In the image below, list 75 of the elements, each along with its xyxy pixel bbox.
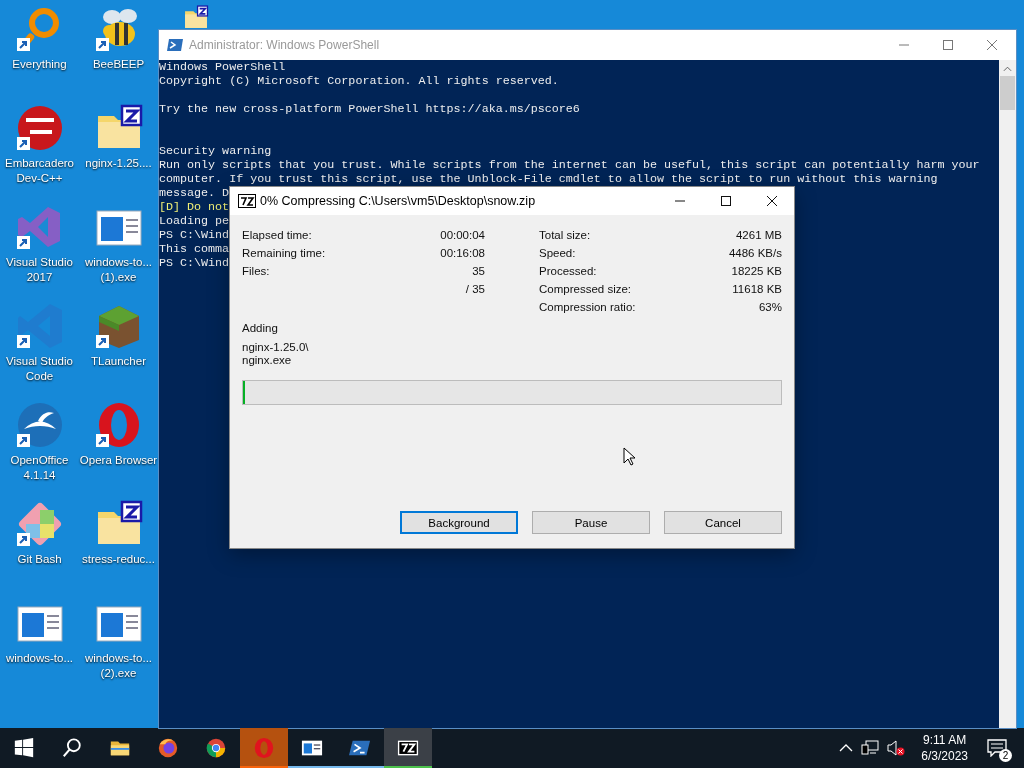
scroll-thumb[interactable] (1000, 76, 1015, 110)
desktop-icon-label: OpenOffice 4.1.14 (9, 453, 70, 483)
console-line: Security warning (159, 144, 272, 158)
stat-label: Total size: (539, 229, 592, 241)
desktop-icon-label: Visual Studio Code (5, 354, 74, 384)
console-line: Run only scripts that you trust. While scripts from the internet can be useful, this script can potentially harm your (159, 158, 980, 172)
stat-value: 00:16:08 (440, 247, 485, 259)
desktop-icon-label: BeeBEEP (91, 57, 146, 72)
stat-label: Processed: (539, 265, 598, 277)
console-line: PS C:\Wind (159, 256, 230, 270)
desktop-icon-label: Git Bash (16, 552, 63, 567)
search-icon (61, 737, 83, 759)
desktop-icon-label: Visual Studio 2017 (5, 255, 74, 285)
stat-value: 18225 KB (730, 265, 782, 277)
desktop-icon-label: nginx-1.25.... (84, 156, 153, 171)
desktop-icon-label: windows-to... (1).exe (83, 255, 154, 285)
console-line: This comma (159, 242, 230, 256)
network-icon[interactable] (861, 740, 880, 756)
window-title: Administrator: Windows PowerShell (189, 38, 380, 52)
stat-value: 4261 MB (734, 229, 782, 241)
scrollbar[interactable] (999, 60, 1016, 728)
notification-button[interactable]: 2 (982, 728, 1012, 768)
status-text: Adding (242, 321, 278, 336)
mouse-pointer-icon (623, 447, 635, 466)
file-path: nginx-1.25.0\ (242, 341, 309, 354)
chevron-up-icon[interactable] (839, 744, 854, 752)
console-line: Try the new cross-platform PowerShell https://aka.ms/pscore6 (159, 102, 580, 116)
notification-badge: 2 (999, 749, 1012, 762)
stat-value: 11618 KB (731, 283, 782, 295)
console-line: [D] Do not (159, 200, 230, 214)
clock[interactable]: 9:11 AM 6/3/2023 (921, 732, 968, 764)
maximize-icon[interactable] (720, 195, 732, 207)
message-icon (987, 739, 1007, 757)
dialog-button[interactable]: Cancel (664, 511, 782, 534)
console-line: message. D (159, 186, 230, 200)
dialog-title: 0% Compressing C:\Users\vm5\Desktop\snow.zip (260, 194, 536, 208)
taskbar-button[interactable] (384, 728, 432, 768)
stat-value: 35 (471, 265, 485, 277)
desktop-icon-label: Everything (11, 57, 68, 72)
console-line: Loading pe (159, 214, 230, 228)
console-line: Copyright (C) Microsoft Corporation. All rights reserved. (159, 74, 559, 88)
windows-logo-icon (13, 737, 35, 759)
browser-icon (253, 737, 275, 759)
app-icon[interactable] (15, 401, 64, 449)
browser-icon (205, 737, 227, 759)
app-icon[interactable] (15, 302, 64, 350)
powershell-icon (167, 37, 183, 53)
scroll-up-icon[interactable] (1003, 66, 1012, 72)
browser-icon (157, 737, 179, 759)
stat-label: Elapsed time: (242, 229, 313, 241)
stat-label: Speed: (539, 247, 577, 259)
stat-value: 63% (757, 301, 782, 313)
stat-value: 4486 KB/s (728, 247, 782, 259)
sevenzip-icon (238, 194, 256, 208)
stat-value: / 35 (464, 283, 485, 295)
stat-label: Files: (242, 265, 271, 277)
dialog-button[interactable]: Pause (532, 511, 650, 534)
desktop-icon-label: windows-to... (2).exe (83, 651, 154, 681)
console-line: computer. If you trust this script, use the Unblock-File cmdlet to allow the script to run without this warning (159, 172, 938, 186)
desktop-icon-label: TLauncher (90, 354, 147, 369)
desktop-icon-label: Opera Browser (79, 453, 158, 468)
dialog-button[interactable]: Background (400, 511, 518, 534)
desktop-icon-label: stress-reduc... (81, 552, 156, 567)
speaker-muted-icon[interactable] (887, 740, 906, 756)
close-icon[interactable] (766, 195, 778, 207)
console-line: Windows PowerShell (159, 60, 286, 74)
stat-value: 00:00:04 (440, 229, 485, 241)
stat-label: Compressed size: (539, 283, 633, 295)
app-icon[interactable] (15, 104, 64, 152)
stat-label: Compression ratio: (539, 301, 637, 313)
file-path: nginx.exe (242, 354, 292, 367)
console-line: PS C:\Wind (159, 228, 230, 242)
desktop-icon-label: Embarcadero Dev-C++ (3, 156, 75, 186)
desktop-icon-label: windows-to... (4, 651, 75, 666)
stat-label: Remaining time: (242, 247, 327, 259)
